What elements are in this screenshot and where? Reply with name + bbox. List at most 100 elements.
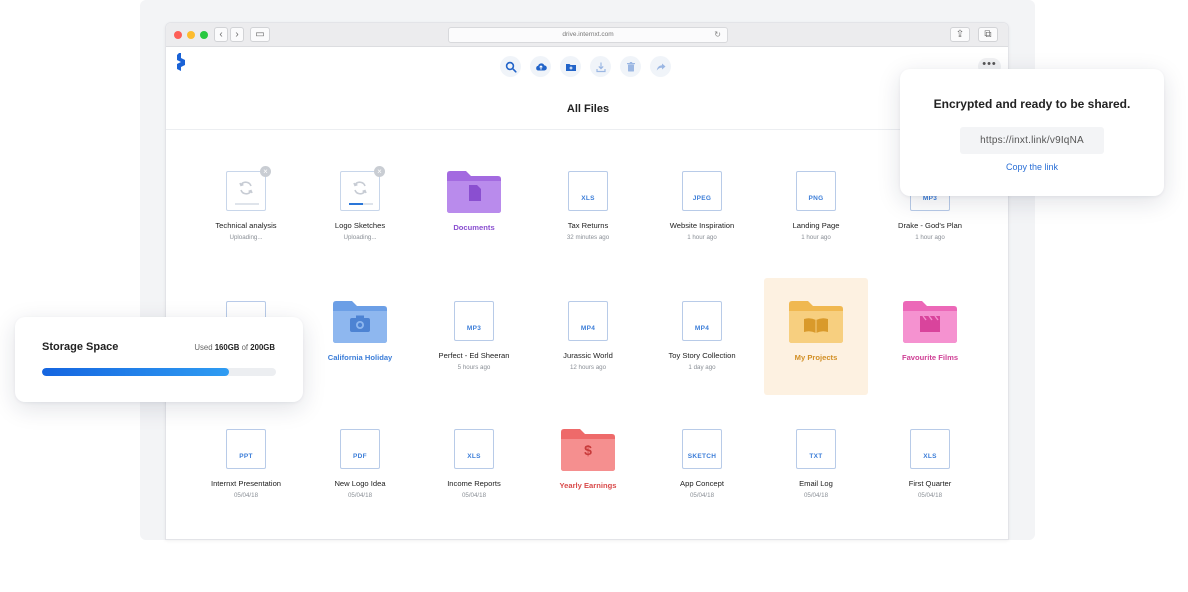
file-extension: JPEG (692, 195, 712, 202)
page-title: All Files (566, 103, 610, 115)
address-bar[interactable]: drive.internxt.com ↻ (448, 27, 728, 43)
file-item[interactable]: XLS Income Reports 05/04/18 (422, 429, 526, 499)
file-meta: 1 day ago (688, 364, 716, 371)
file-thumbnail: × (340, 166, 385, 211)
file-meta: 1 hour ago (687, 234, 717, 241)
file-name: Income Reports (447, 479, 501, 488)
share-page-button[interactable]: ⇪ (950, 27, 970, 42)
file-thumbnail: MP4 (568, 301, 608, 341)
storage-progress-fill (42, 368, 230, 376)
file-thumbnail: PPT (226, 429, 266, 469)
folder-thumbnail (333, 301, 387, 343)
storage-total-value: 200GB (250, 343, 275, 352)
folder-thumbnail (447, 171, 501, 213)
folder-icon (789, 301, 843, 343)
file-name: Jurassic World (563, 351, 613, 360)
folder-name: Yearly Earnings (559, 481, 617, 490)
file-thumbnail: TXT (796, 429, 836, 469)
file-name: First Quarter (908, 479, 952, 488)
trash-icon (626, 61, 635, 71)
file-thumbnail: JPEG (682, 171, 722, 211)
folder-name: Favourite Films (901, 353, 959, 362)
storage-used-value: 160GB (214, 343, 240, 352)
storage-used-prefix: Used (194, 343, 213, 352)
file-item[interactable]: × Technical analysis Uploading... (194, 166, 298, 241)
file-name: Internxt Presentation (210, 479, 282, 488)
chevron-right-icon: › (235, 29, 239, 40)
search-button[interactable] (500, 56, 521, 77)
folder-thumbnail: $ (561, 429, 615, 471)
file-item[interactable]: MP3 Perfect - Ed Sheeran 5 hours ago (422, 301, 526, 371)
file-thumbnail: SKETCH (682, 429, 722, 469)
folder-item[interactable]: California Holiday (308, 301, 412, 366)
folder-icon (903, 301, 957, 343)
back-button[interactable]: ‹ (214, 27, 228, 42)
folder-thumbnail (903, 301, 957, 343)
file-item[interactable]: TXT Email Log 05/04/18 (764, 429, 868, 499)
folder-item[interactable]: Documents (422, 171, 526, 236)
delete-button[interactable] (620, 56, 641, 77)
share-page-icon: ⇪ (955, 29, 965, 40)
file-thumbnail: PDF (340, 429, 380, 469)
storage-card: Storage Space Used 160GB of 200GB (15, 317, 303, 402)
minimize-window-button[interactable] (187, 31, 195, 39)
folder-icon (333, 301, 387, 343)
file-meta: 05/04/18 (803, 492, 829, 499)
forward-button[interactable]: › (230, 27, 244, 42)
file-name: Website Inspiration (669, 221, 735, 230)
file-meta: 12 hours ago (569, 364, 607, 371)
file-item[interactable]: JPEG Website Inspiration 1 hour ago (650, 171, 754, 241)
share-link-card: Encrypted and ready to be shared. https:… (900, 69, 1164, 196)
share-button[interactable] (650, 56, 671, 77)
close-window-button[interactable] (174, 31, 182, 39)
download-button[interactable] (590, 56, 611, 77)
action-toolbar (500, 56, 671, 77)
file-meta: 1 hour ago (801, 234, 831, 241)
folder-name: California Holiday (327, 353, 393, 362)
file-name: Perfect - Ed Sheeran (438, 351, 510, 360)
storage-progress-bar (42, 368, 276, 376)
copy-link-button[interactable]: Copy the link (900, 162, 1164, 172)
sidebar-toggle-button[interactable]: ▭ (250, 27, 270, 42)
file-item[interactable]: XLS Tax Returns 32 minutes ago (536, 171, 640, 241)
upload-cloud-icon (535, 62, 547, 71)
file-extension: XLS (467, 453, 481, 460)
file-item[interactable]: PNG Landing Page 1 hour ago (764, 171, 868, 241)
file-thumbnail: XLS (910, 429, 950, 469)
file-meta: 1 hour ago (915, 234, 945, 241)
file-item[interactable]: XLS First Quarter 05/04/18 (878, 429, 982, 499)
file-item[interactable]: MP4 Toy Story Collection 1 day ago (650, 301, 754, 371)
cancel-upload-icon[interactable]: × (260, 166, 271, 177)
upload-button[interactable] (530, 56, 551, 77)
new-folder-button[interactable] (560, 56, 581, 77)
new-folder-icon (565, 63, 576, 71)
file-item[interactable]: SKETCH App Concept 05/04/18 (650, 429, 754, 499)
url-text: drive.internxt.com (562, 31, 614, 38)
folder-icon (447, 171, 501, 213)
internxt-logo-icon[interactable] (172, 53, 186, 71)
folder-item[interactable]: $ Yearly Earnings (536, 429, 640, 494)
file-item[interactable]: × Logo Sketches Uploading... (308, 166, 412, 241)
file-meta: 05/04/18 (689, 492, 715, 499)
file-thumbnail: XLS (454, 429, 494, 469)
file-thumbnail: MP4 (682, 301, 722, 341)
folder-item[interactable]: Favourite Films (878, 301, 982, 366)
maximize-window-button[interactable] (200, 31, 208, 39)
share-link-field[interactable]: https://inxt.link/v9IqNA (960, 127, 1104, 154)
storage-usage-text: Used 160GB of 200GB (194, 343, 275, 352)
tabs-button[interactable]: ⧉ (978, 27, 998, 42)
file-extension: TXT (809, 453, 823, 460)
cancel-upload-icon[interactable]: × (374, 166, 385, 177)
file-name: Drake - God's Plan (898, 221, 962, 230)
file-thumbnail: PNG (796, 171, 836, 211)
share-card-title: Encrypted and ready to be shared. (933, 97, 1131, 111)
file-item[interactable]: MP4 Jurassic World 12 hours ago (536, 301, 640, 371)
file-extension: XLS (581, 195, 595, 202)
file-extension: PDF (353, 453, 367, 460)
file-item[interactable]: PPT Internxt Presentation 05/04/18 (194, 429, 298, 499)
file-item[interactable]: PDF New Logo Idea 05/04/18 (308, 429, 412, 499)
folder-item-selected[interactable]: My Projects (764, 278, 868, 395)
file-thumbnail: XLS (568, 171, 608, 211)
file-extension: PNG (808, 195, 824, 202)
reload-icon[interactable]: ↻ (714, 28, 721, 42)
